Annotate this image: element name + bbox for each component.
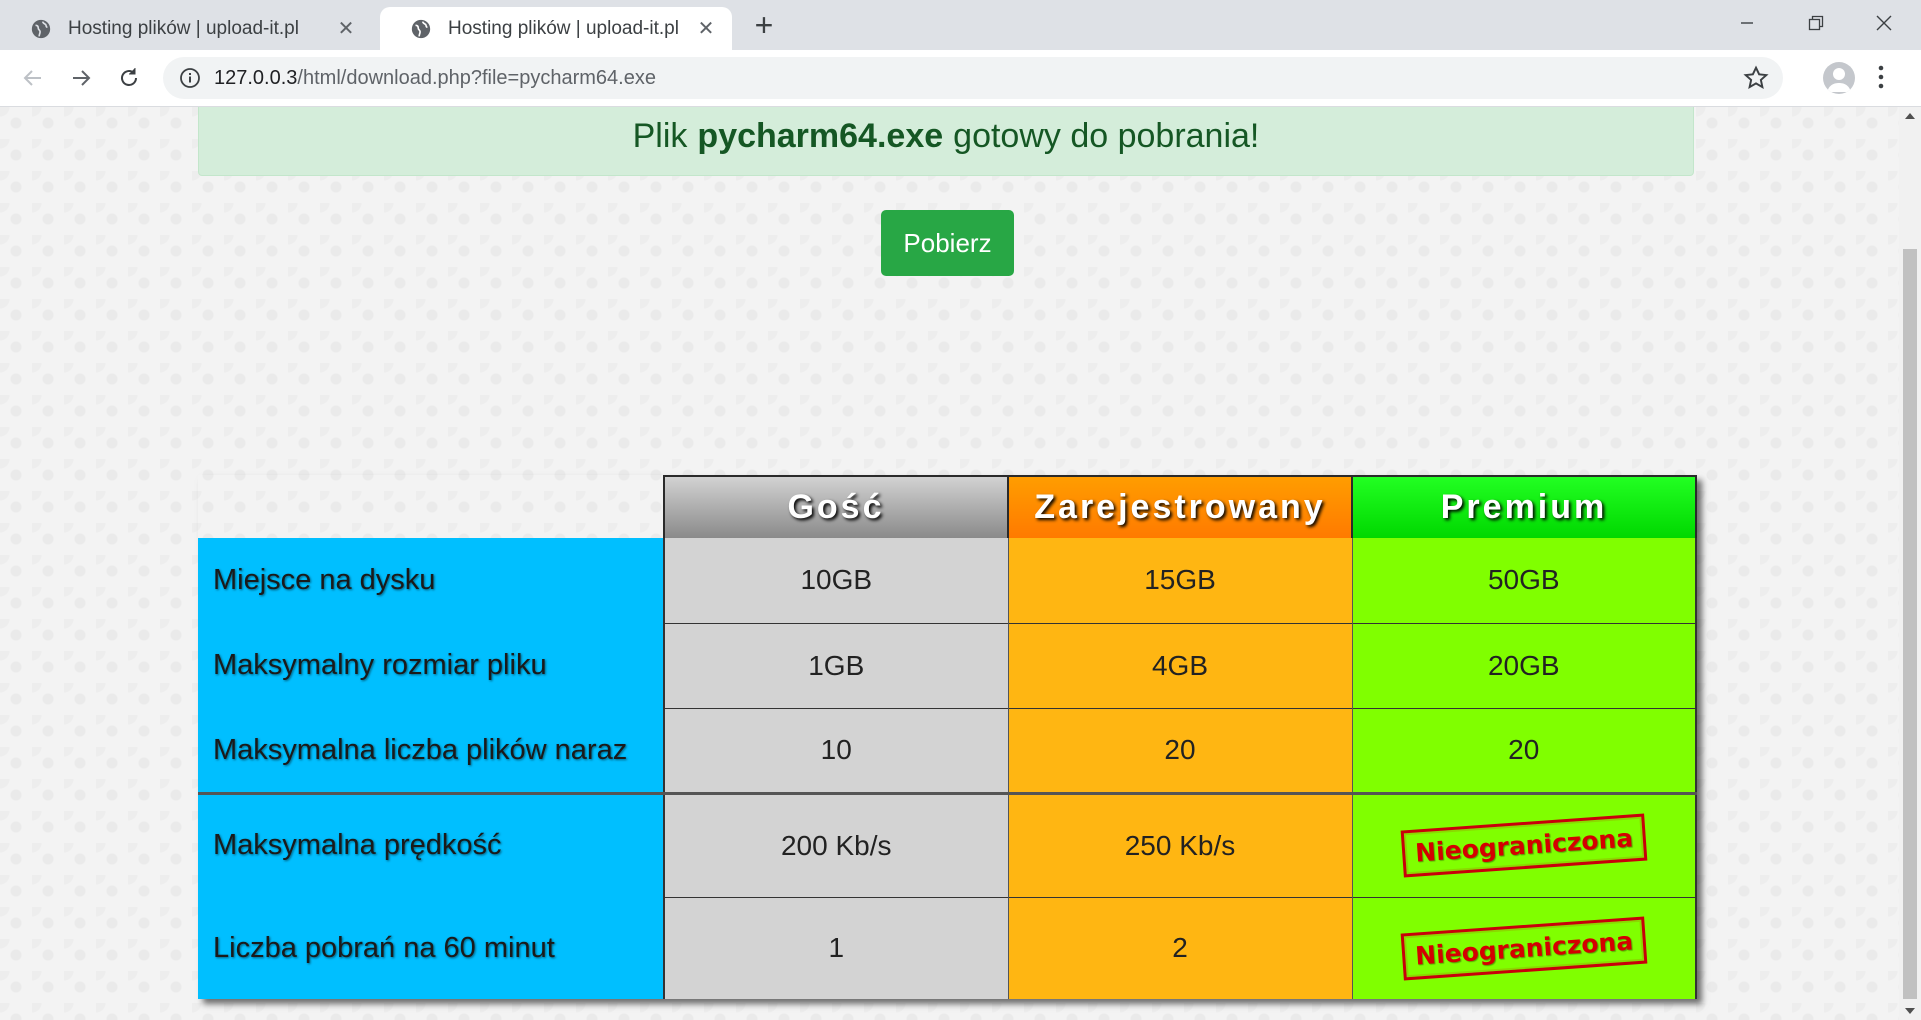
plan-header-guest: Gość — [663, 475, 1009, 538]
tab-strip: Hosting plików | upload-it.pl ✕ Hosting … — [0, 0, 1921, 50]
new-tab-button[interactable]: + — [748, 9, 780, 42]
close-window-button[interactable] — [1860, 6, 1908, 40]
arrow-left-icon — [23, 70, 41, 86]
tab-title: Hosting plików | upload-it.pl — [68, 17, 299, 39]
arrow-right-icon — [73, 70, 91, 86]
plan-header-premium: Premium — [1351, 475, 1697, 538]
minimize-icon — [1741, 22, 1753, 24]
person-icon — [1827, 68, 1851, 92]
close-tab-icon[interactable]: ✕ — [694, 16, 718, 41]
browser-tab-2[interactable]: Hosting plików | upload-it.pl ✕ — [380, 7, 732, 50]
globe-icon — [411, 19, 431, 38]
profile-avatar[interactable] — [1823, 62, 1855, 94]
toolbar: 127.0.0.3/html/download.php?file=pycharm… — [0, 50, 1921, 107]
table-cell: 4GB — [1007, 622, 1352, 708]
table-cell: 1 — [663, 896, 1008, 999]
unlimited-stamp: Nieograniczona — [1400, 916, 1648, 981]
close-tab-icon[interactable]: ✕ — [334, 16, 358, 41]
table-cell: Nieograniczona — [1351, 896, 1697, 999]
table-cell: 20 — [1007, 707, 1352, 793]
table-cell: 10GB — [663, 538, 1008, 623]
empty-corner-cell — [198, 476, 664, 538]
forward-button[interactable] — [63, 60, 99, 96]
bookmark-star-icon[interactable] — [1743, 65, 1769, 91]
table-cell: 15GB — [1007, 538, 1352, 623]
table-row: Maksymalna prędkość 200 Kb/s 250 Kb/s Ni… — [198, 791, 1697, 897]
url-path: /html/download.php?file=pycharm64.exe — [297, 67, 656, 89]
row-label: Liczba pobrań na 60 minut — [198, 896, 664, 999]
pricing-header-row: Gość Zarejestrowany Premium — [198, 475, 1697, 538]
tab-title: Hosting plików | upload-it.pl — [448, 17, 679, 39]
restore-button[interactable] — [1792, 6, 1840, 40]
alert-suffix: gotowy do pobrania! — [953, 117, 1260, 155]
restore-icon — [1808, 15, 1824, 31]
table-row: Liczba pobrań na 60 minut 1 2 Nieogranic… — [198, 896, 1697, 999]
scroll-down-arrow-icon[interactable] — [1905, 1008, 1915, 1014]
table-cell: 10 — [663, 707, 1008, 793]
scroll-thumb[interactable] — [1903, 249, 1917, 999]
globe-icon — [31, 19, 51, 38]
page-viewport: Plik pycharm64.exe gotowy do pobrania! P… — [0, 107, 1899, 1020]
download-ready-alert: Plik pycharm64.exe gotowy do pobrania! — [198, 107, 1694, 176]
table-cell: 250 Kb/s — [1007, 791, 1352, 897]
back-button[interactable] — [15, 60, 51, 96]
row-label: Miejsce na dysku — [198, 538, 664, 623]
table-cell: 2 — [1007, 896, 1352, 999]
kebab-menu-icon[interactable] — [1876, 64, 1886, 92]
vertical-scrollbar[interactable] — [1899, 107, 1921, 1020]
table-cell: 200 Kb/s — [663, 791, 1008, 897]
table-cell: 50GB — [1351, 538, 1697, 623]
table-cell: 1GB — [663, 622, 1008, 708]
scroll-up-arrow-icon[interactable] — [1905, 113, 1915, 119]
table-cell: 20 — [1351, 707, 1697, 793]
table-row: Maksymalna liczba plików naraz 10 20 20 — [198, 707, 1697, 793]
url-host: 127.0.0.3 — [214, 67, 298, 89]
unlimited-stamp: Nieograniczona — [1400, 813, 1648, 878]
table-cell: 20GB — [1351, 622, 1697, 708]
reload-icon — [121, 68, 137, 86]
table-row: Miejsce na dysku 10GB 15GB 50GB — [198, 538, 1697, 623]
info-icon[interactable] — [179, 67, 201, 89]
reload-button[interactable] — [111, 60, 147, 96]
table-row: Maksymalny rozmiar pliku 1GB 4GB 20GB — [198, 622, 1697, 708]
address-bar[interactable]: 127.0.0.3/html/download.php?file=pycharm… — [163, 57, 1783, 99]
browser-tab-1[interactable]: Hosting plików | upload-it.pl ✕ — [0, 7, 372, 50]
row-label: Maksymalna liczba plików naraz — [198, 707, 664, 793]
download-button[interactable]: Pobierz — [881, 210, 1014, 276]
url-text: 127.0.0.3/html/download.php?file=pycharm… — [214, 67, 656, 90]
minimize-button[interactable] — [1723, 6, 1771, 40]
table-cell: Nieograniczona — [1351, 791, 1697, 897]
pricing-table: Gość Zarejestrowany Premium Miejsce na d… — [198, 475, 1697, 999]
plan-header-registered: Zarejestrowany — [1007, 475, 1353, 538]
row-label: Maksymalny rozmiar pliku — [198, 622, 664, 708]
row-label: Maksymalna prędkość — [198, 791, 664, 897]
close-icon — [1876, 15, 1892, 31]
alert-filename: pycharm64.exe — [697, 117, 944, 155]
alert-prefix: Plik — [632, 117, 688, 155]
